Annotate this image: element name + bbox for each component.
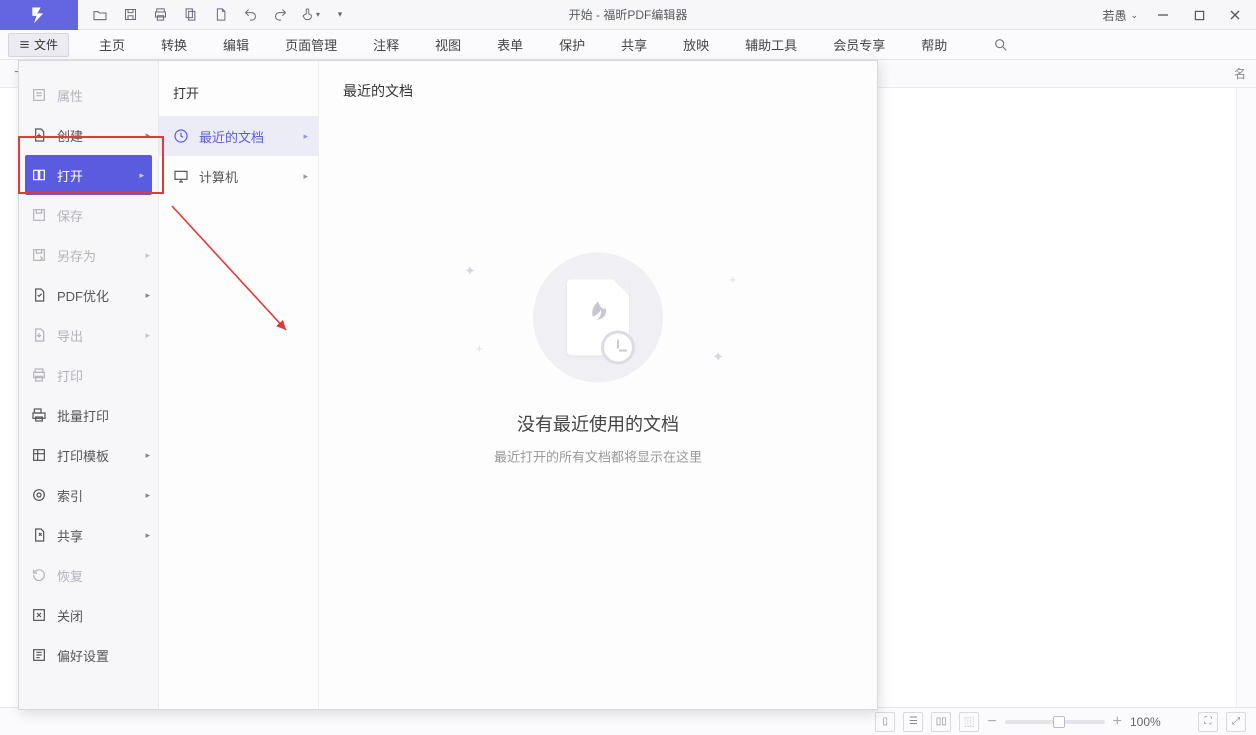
empty-subtitle: 最近打开的所有文档都将显示在这里 <box>494 447 702 466</box>
file-menu-content: 最近的文档 ✦ + + ✦ 没有最近使用的文档 最近打开的所有文档都将显示在这里 <box>319 61 877 709</box>
chevron-right-icon: ▸ <box>145 530 150 541</box>
tab-home[interactable]: 主页 <box>81 30 143 60</box>
file-tab-label: 文件 <box>34 36 58 53</box>
user-name: 若愚 <box>1102 7 1126 24</box>
copy-icon[interactable] <box>176 1 204 29</box>
view-continuous-icon[interactable]: ☰ <box>903 712 923 732</box>
subnav-computer[interactable]: 计算机▸ <box>159 156 318 196</box>
file-menu: 属性 创建▸ 打开▸ 保存 另存为▸ PDF优化▸ 导出▸ 打印 批量打印 打印… <box>18 60 878 710</box>
sparkle-icon: ✦ <box>712 349 724 366</box>
filemenu-preferences[interactable]: 偏好设置 <box>19 635 158 675</box>
filemenu-index[interactable]: 索引▸ <box>19 475 158 515</box>
qat-dropdown-icon[interactable]: ▾ <box>326 1 354 29</box>
bg-column-label: 名 <box>1234 65 1246 82</box>
status-bar: ▯ ☰ ▯▯ ⿲ − + 100% ⛶ ⤢ <box>0 707 1256 735</box>
user-menu[interactable]: 若愚 ⌄ <box>1096 7 1144 24</box>
chevron-right-icon: ▸ <box>139 170 144 181</box>
chevron-right-icon: ▸ <box>145 490 150 501</box>
filemenu-batch-print[interactable]: 批量打印 <box>19 395 158 435</box>
filemenu-restore: 恢复 <box>19 555 158 595</box>
filemenu-save-as: 另存为▸ <box>19 235 158 275</box>
title-bar: ▾ ▾ 开始 - 福昕PDF编辑器 若愚 ⌄ <box>0 0 1256 30</box>
filemenu-optimize[interactable]: PDF优化▸ <box>19 275 158 315</box>
sparkle-icon: + <box>476 344 482 356</box>
new-icon[interactable] <box>206 1 234 29</box>
chevron-down-icon: ⌄ <box>1130 10 1138 21</box>
filemenu-open[interactable]: 打开▸ <box>25 155 152 195</box>
empty-illustration <box>533 253 663 383</box>
zoom-value: 100% <box>1130 715 1190 729</box>
view-single-icon[interactable]: ▯ <box>875 712 895 732</box>
sparkle-icon: + <box>730 275 736 287</box>
chevron-right-icon: ▸ <box>145 330 150 341</box>
filemenu-create[interactable]: 创建▸ <box>19 115 158 155</box>
tab-convert[interactable]: 转换 <box>143 30 205 60</box>
undo-icon[interactable] <box>236 1 264 29</box>
empty-title: 没有最近使用的文档 <box>494 411 702 437</box>
tab-edit[interactable]: 编辑 <box>205 30 267 60</box>
chevron-right-icon: ▸ <box>145 450 150 461</box>
filemenu-share[interactable]: 共享▸ <box>19 515 158 555</box>
tab-present[interactable]: 放映 <box>665 30 727 60</box>
close-button[interactable] <box>1218 1 1252 29</box>
filemenu-properties: 属性 <box>19 75 158 115</box>
chevron-right-icon: ▸ <box>145 290 150 301</box>
filemenu-close[interactable]: 关闭 <box>19 595 158 635</box>
chevron-right-icon: ▸ <box>303 131 308 142</box>
clock-icon <box>601 331 635 365</box>
tab-help[interactable]: 帮助 <box>903 30 965 60</box>
chevron-right-icon: ▸ <box>303 171 308 182</box>
window-title: 开始 - 福昕PDF编辑器 <box>569 6 688 23</box>
chevron-right-icon: ▸ <box>145 250 150 261</box>
fullscreen-icon[interactable]: ⛶ <box>1198 712 1218 732</box>
tab-vip[interactable]: 会员专享 <box>815 30 903 60</box>
redo-icon[interactable] <box>266 1 294 29</box>
right-sidebar <box>1236 88 1256 707</box>
tab-annotate[interactable]: 注释 <box>355 30 417 60</box>
tab-view[interactable]: 视图 <box>417 30 479 60</box>
empty-state: ✦ + + ✦ 没有最近使用的文档 最近打开的所有文档都将显示在这里 <box>494 253 702 466</box>
touch-icon[interactable]: ▾ <box>296 1 324 29</box>
chevron-right-icon: ▸ <box>145 130 150 141</box>
zoom-in-icon[interactable]: + <box>1113 713 1122 731</box>
search-icon[interactable] <box>975 30 1027 60</box>
fit-icon[interactable]: ⤢ <box>1226 712 1246 732</box>
maximize-button[interactable] <box>1182 1 1216 29</box>
quick-access-toolbar: ▾ ▾ <box>78 1 354 29</box>
view-facing-icon[interactable]: ▯▯ <box>931 712 951 732</box>
app-logo <box>0 0 78 30</box>
filemenu-print-template[interactable]: 打印模板▸ <box>19 435 158 475</box>
sparkle-icon: ✦ <box>464 263 476 280</box>
content-header: 最近的文档 <box>343 81 853 101</box>
open-icon[interactable] <box>86 1 114 29</box>
filemenu-print: 打印 <box>19 355 158 395</box>
tab-protect[interactable]: 保护 <box>541 30 603 60</box>
zoom-out-icon[interactable]: − <box>987 713 996 731</box>
file-menu-nav: 属性 创建▸ 打开▸ 保存 另存为▸ PDF优化▸ 导出▸ 打印 批量打印 打印… <box>19 61 159 709</box>
tab-share[interactable]: 共享 <box>603 30 665 60</box>
subnav-header: 打开 <box>159 75 318 116</box>
print-icon[interactable] <box>146 1 174 29</box>
save-icon[interactable] <box>116 1 144 29</box>
filemenu-save: 保存 <box>19 195 158 235</box>
file-menu-subnav: 打开 最近的文档▸ 计算机▸ <box>159 61 319 709</box>
tab-form[interactable]: 表单 <box>479 30 541 60</box>
view-continuous-facing-icon[interactable]: ⿲ <box>959 712 979 732</box>
zoom-slider[interactable] <box>1005 720 1105 724</box>
filemenu-export: 导出▸ <box>19 315 158 355</box>
tab-accessibility[interactable]: 辅助工具 <box>727 30 815 60</box>
file-tab-button[interactable]: 文件 <box>8 33 69 57</box>
tab-page-manage[interactable]: 页面管理 <box>267 30 355 60</box>
subnav-recent[interactable]: 最近的文档▸ <box>159 116 318 156</box>
minimize-button[interactable] <box>1146 1 1180 29</box>
ribbon-tabs: 文件 主页 转换 编辑 页面管理 注释 视图 表单 保护 共享 放映 辅助工具 … <box>0 30 1256 60</box>
